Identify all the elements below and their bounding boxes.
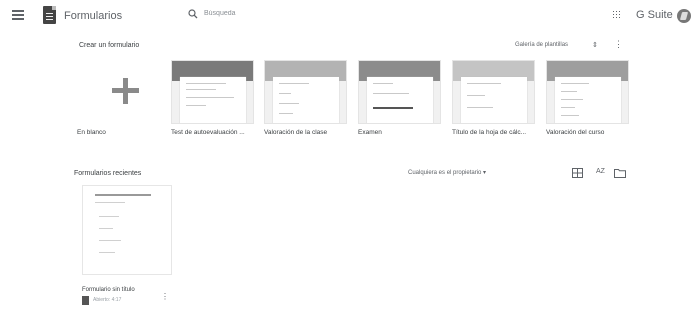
template-course-feedback[interactable] (546, 60, 629, 124)
template-label: Título de la hoja de cálc... (452, 129, 527, 136)
app-title[interactable]: Formularios (64, 10, 122, 22)
template-preview-card (555, 77, 621, 123)
template-preview-card (180, 77, 246, 123)
recent-form-title[interactable]: Formulario sin título (82, 287, 135, 293)
template-preview-card (367, 77, 433, 123)
top-bar: Formularios G Suite (0, 0, 696, 34)
recent-form-more-icon[interactable]: ⋮ (161, 293, 169, 301)
account-avatar[interactable] (677, 9, 691, 23)
search-icon[interactable] (188, 9, 198, 19)
search-input[interactable] (204, 8, 464, 19)
template-class-feedback[interactable] (264, 60, 347, 124)
plus-icon-bar (112, 88, 139, 93)
template-label: Test de autoevaluación ... (171, 129, 245, 136)
gsuite-logo: G Suite (636, 9, 673, 21)
forms-file-icon (82, 296, 89, 305)
template-blank[interactable] (82, 60, 165, 124)
template-self-assessment[interactable] (171, 60, 254, 124)
template-label: Valoración del curso (546, 129, 605, 136)
recent-form-opened: Abierto: 4:17 (93, 297, 122, 303)
sort-az-button[interactable]: AZ (596, 168, 605, 175)
template-label: Valoración de la clase (264, 129, 328, 136)
forms-logo-icon[interactable] (43, 6, 56, 24)
template-gallery-button[interactable]: Galería de plantillas (515, 42, 568, 48)
create-form-heading: Crear un formulario (79, 42, 140, 49)
main-menu-icon[interactable] (12, 10, 24, 20)
apps-grid-icon[interactable] (612, 10, 621, 19)
folder-icon[interactable] (614, 168, 626, 178)
expand-collapse-icon[interactable]: ⇕ (592, 41, 598, 49)
template-preview-card (273, 77, 339, 123)
more-options-icon[interactable]: ⋮ (614, 40, 623, 49)
template-spreadsheet-title[interactable] (452, 60, 535, 124)
template-label: Examen (358, 129, 382, 136)
form-thumbnail (91, 190, 163, 270)
template-preview-card (461, 77, 527, 123)
grid-view-icon[interactable] (572, 168, 583, 178)
recent-forms-heading: Formularios recientes (74, 170, 142, 177)
owner-filter-dropdown[interactable]: Cualquiera es el propietario ▾ (408, 169, 486, 176)
template-exam[interactable] (358, 60, 441, 124)
recent-form-card[interactable] (82, 185, 172, 275)
template-label: En blanco (77, 129, 106, 136)
